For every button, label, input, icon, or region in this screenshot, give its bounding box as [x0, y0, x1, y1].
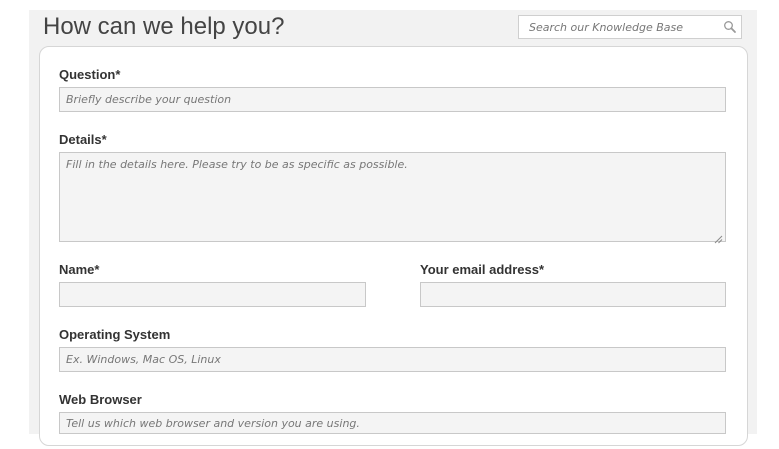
email-label: Your email address* — [420, 262, 545, 277]
os-input[interactable] — [59, 347, 726, 372]
name-label: Name* — [59, 262, 100, 277]
browser-label: Web Browser — [59, 392, 142, 407]
browser-input[interactable] — [59, 412, 726, 434]
knowledge-base-search[interactable] — [518, 15, 742, 39]
details-textarea[interactable] — [59, 152, 726, 242]
os-label: Operating System — [59, 327, 171, 342]
page-title: How can we help you? — [43, 13, 285, 40]
question-input[interactable] — [59, 87, 726, 112]
question-label: Question* — [59, 67, 121, 82]
name-input[interactable] — [59, 282, 366, 307]
resize-grip-icon[interactable] — [714, 231, 723, 244]
magnifier-icon[interactable] — [723, 20, 737, 34]
search-input[interactable] — [519, 16, 719, 38]
details-label: Details* — [59, 132, 107, 147]
email-input[interactable] — [420, 282, 726, 307]
